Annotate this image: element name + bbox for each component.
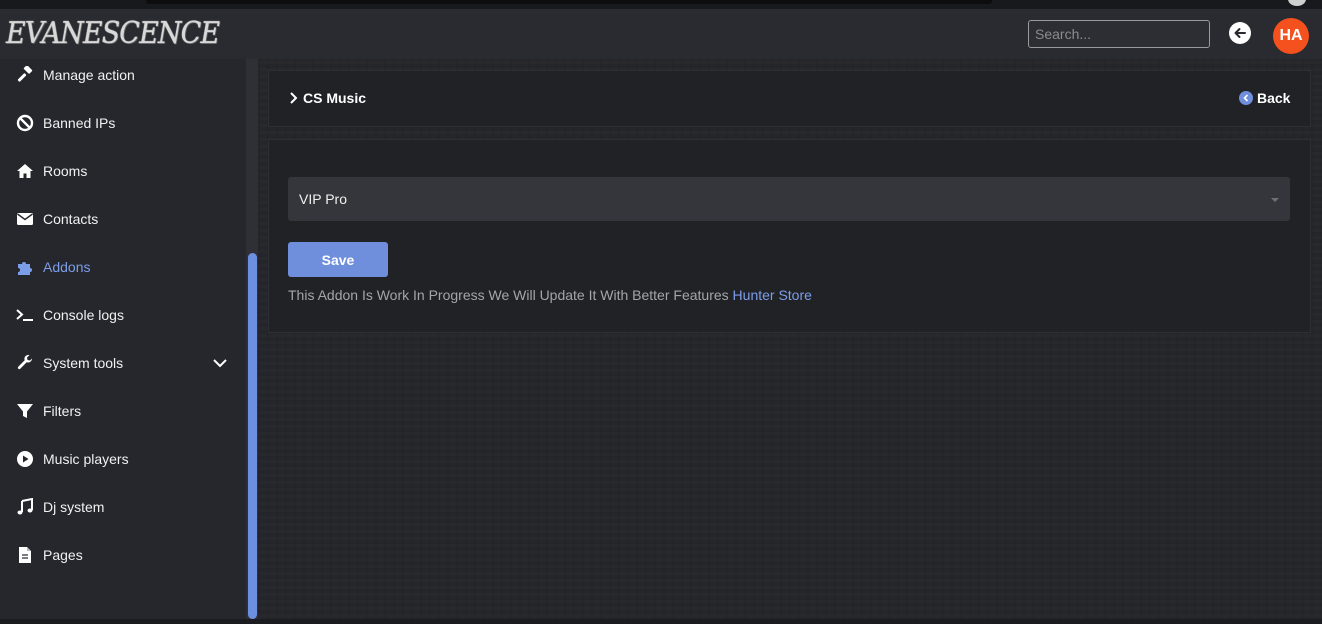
info-note-text: This Addon Is Work In Progress We Will U… — [288, 287, 733, 303]
plan-select-value: VIP Pro — [299, 191, 347, 207]
chevron-down-icon[interactable] — [212, 355, 228, 371]
breadcrumb: CS Music — [288, 88, 366, 108]
window-bar — [146, 0, 992, 4]
addon-settings-card — [268, 139, 1311, 333]
ban-icon — [16, 114, 34, 132]
envelope-icon — [16, 210, 34, 228]
plan-select[interactable]: VIP Pro — [288, 177, 1290, 221]
sidebar-item-addons[interactable]: Addons — [0, 243, 246, 291]
sidebar-item-dj-system[interactable]: Dj system — [0, 483, 246, 531]
sidebar-item-banned-ips[interactable]: Banned IPs — [0, 99, 246, 147]
sidebar-item-filters[interactable]: Filters — [0, 387, 246, 435]
play-circle-icon — [16, 450, 34, 468]
top-strip — [0, 0, 1322, 9]
sidebar-item-pages[interactable]: Pages — [0, 531, 246, 579]
search-input[interactable] — [1028, 20, 1210, 48]
sidebar-scroll-thumb[interactable] — [248, 253, 257, 619]
puzzle-icon — [16, 258, 34, 276]
sidebar-item-label: Banned IPs — [43, 115, 116, 131]
bottom-strip — [0, 619, 1322, 624]
sidebar-item-label: Pages — [43, 547, 83, 563]
hunter-store-link[interactable]: Hunter Store — [733, 287, 812, 303]
sidebar-item-label: Dj system — [43, 499, 105, 515]
back-label: Back — [1257, 90, 1291, 106]
filter-icon — [16, 402, 34, 420]
sidebar-item-music-players[interactable]: Music players — [0, 435, 246, 483]
arrow-left-icon — [1234, 28, 1246, 38]
sidebar-item-label: Manage action — [43, 67, 135, 83]
sidebar-item-system-tools[interactable]: System tools — [0, 339, 246, 387]
sidebar-item-label: Console logs — [43, 307, 124, 323]
arrow-circle-left-icon — [1239, 91, 1253, 105]
back-button[interactable]: Back — [1239, 88, 1290, 108]
sidebar-item-label: Contacts — [43, 211, 99, 227]
logo: EVANESCENCE — [6, 16, 220, 51]
music-note-icon — [16, 498, 34, 516]
sidebar-item-label: Filters — [43, 403, 82, 419]
sidebar-item-label: System tools — [43, 355, 124, 371]
avatar[interactable]: HA — [1273, 18, 1309, 54]
chevron-right-icon — [290, 92, 298, 104]
window-dot — [1288, 0, 1306, 6]
back-arrow-button[interactable] — [1229, 22, 1251, 44]
sidebar-item-console-logs[interactable]: Console logs — [0, 291, 246, 339]
sidebar-item-manage-action[interactable]: Manage action — [0, 51, 246, 99]
file-icon — [16, 546, 34, 564]
wrench-icon — [16, 354, 34, 372]
info-note: This Addon Is Work In Progress We Will U… — [288, 287, 812, 303]
sidebar: Manage action Banned IPs Rooms Contacts … — [0, 59, 246, 624]
terminal-icon — [16, 306, 34, 324]
page-title: CS Music — [303, 90, 367, 106]
home-icon — [16, 162, 34, 180]
sidebar-item-label: Music players — [43, 451, 129, 467]
caret-down-icon — [1271, 198, 1279, 202]
page-header-card — [268, 70, 1311, 127]
sidebar-item-contacts[interactable]: Contacts — [0, 195, 246, 243]
save-button[interactable]: Save — [288, 242, 388, 277]
sidebar-item-label: Addons — [43, 259, 91, 275]
sidebar-item-rooms[interactable]: Rooms — [0, 147, 246, 195]
sidebar-item-label: Rooms — [43, 163, 88, 179]
gavel-icon — [16, 66, 34, 84]
